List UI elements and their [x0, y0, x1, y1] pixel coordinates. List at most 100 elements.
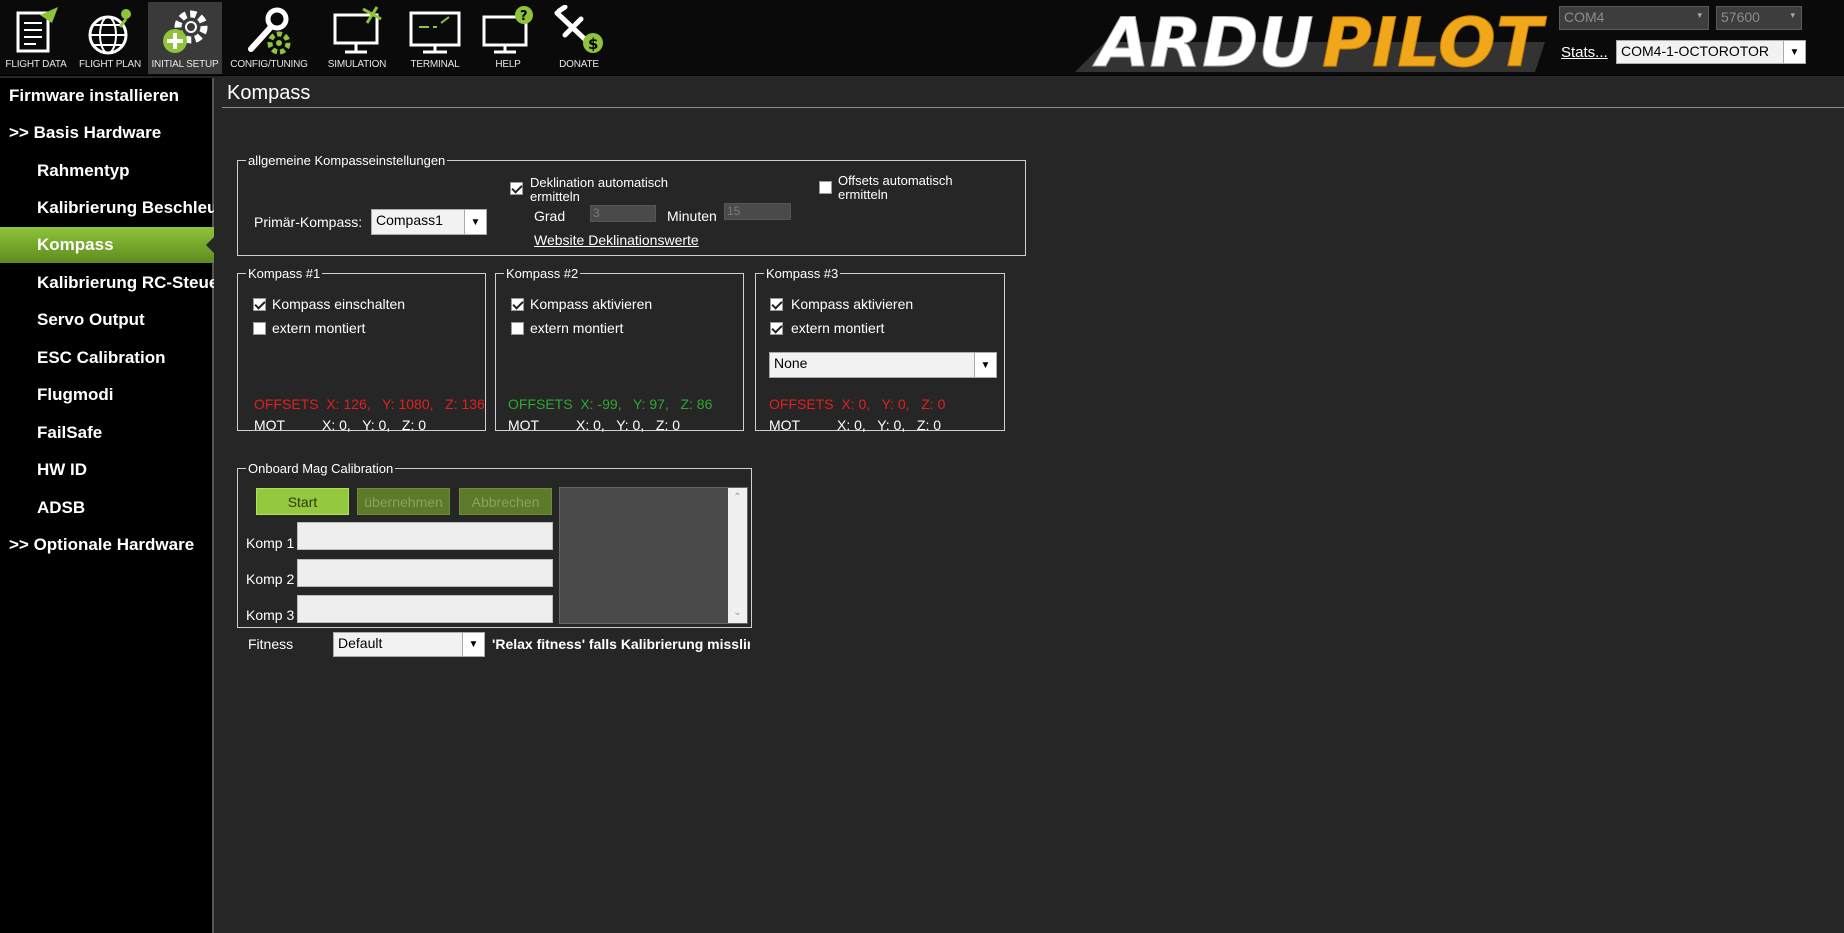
compass3-orientation-value: None: [774, 355, 808, 371]
port-select[interactable]: COM4 ▾: [1559, 6, 1709, 30]
compass3-offsets: OFFSETS X: 0, Y: 0, Z: 0: [769, 396, 946, 412]
minuten-input[interactable]: 15: [724, 203, 791, 220]
sidebar-item-failsafe[interactable]: FailSafe: [0, 415, 214, 451]
chevron-down-icon: ▼: [462, 633, 484, 656]
compass3-enable-checkbox[interactable]: [770, 298, 783, 311]
auto-declination-label: Deklination automatisch ermitteln: [530, 175, 669, 204]
auto-offsets-label: Offsets automatisch ermitteln: [838, 173, 953, 202]
stats-link[interactable]: Stats...: [1561, 44, 1608, 61]
flight-data-icon: [16, 7, 58, 53]
cancel-calibration-button[interactable]: Abbrechen: [459, 488, 552, 515]
scroll-up-icon[interactable]: ⌃: [728, 490, 747, 506]
auto-declination-checkbox[interactable]: [510, 182, 523, 195]
help-icon: ?: [482, 6, 533, 54]
website-declination-link[interactable]: Website Deklinationswerte: [534, 232, 699, 248]
sidebar-item-kompass[interactable]: Kompass: [0, 227, 214, 263]
compass2-external-label: extern montiert: [530, 320, 624, 336]
compass2-external-checkbox[interactable]: [511, 322, 524, 335]
komp3-progress: [297, 595, 553, 623]
connection-value: COM4-1-OCTOROTOR: [1621, 43, 1770, 59]
compass-page: Kompass allgemeine Kompasseinstellungen …: [216, 78, 1844, 933]
sidebar-item-esc-calibration[interactable]: ESC Calibration: [0, 340, 214, 376]
compass2-legend: Kompass #2: [506, 266, 579, 281]
initial-setup-button[interactable]: INITIAL SETUP: [148, 2, 222, 74]
terminal-label: TERMINAL: [410, 59, 460, 70]
sidebar-item-flugmodi[interactable]: Flugmodi: [0, 377, 214, 413]
primary-compass-value: Compass1: [376, 212, 443, 228]
donate-icon: $: [554, 5, 603, 53]
compass3-orientation-select[interactable]: None ▼: [769, 352, 997, 378]
compass3-enable-label: Kompass aktivieren: [791, 296, 914, 312]
logo-text-ardu: ARDU: [1092, 4, 1314, 74]
sidebar-item-basis-hardware[interactable]: >> Basis Hardware: [0, 115, 214, 151]
sidebar-item-firmware[interactable]: Firmware installieren: [0, 78, 214, 114]
logo-text-pilot: PILOT: [1322, 4, 1547, 74]
terminal-button[interactable]: TERMINAL: [400, 2, 470, 74]
donate-button[interactable]: $ DONATE: [546, 2, 612, 74]
compass2-enable-label: Kompass aktivieren: [530, 296, 653, 312]
komp1-label: Komp 1: [246, 535, 295, 551]
help-button[interactable]: ? HELP: [474, 2, 542, 74]
sidebar-item-adsb[interactable]: ADSB: [0, 490, 214, 526]
compass3-mot-values: X: 0, Y: 0, Z: 0: [837, 417, 942, 433]
compass1-external-label: extern montiert: [272, 320, 366, 336]
flight-data-label: FLIGHT DATA: [5, 59, 67, 70]
baud-select[interactable]: 57600 ▾: [1716, 6, 1802, 30]
flight-data-button[interactable]: FLIGHT DATA: [0, 2, 72, 74]
sidebar-item-optionale-hardware[interactable]: >> Optionale Hardware: [0, 527, 214, 563]
primary-compass-label: Primär-Kompass:: [254, 214, 363, 230]
simulation-label: SIMULATION: [327, 59, 387, 70]
flight-plan-label: FLIGHT PLAN: [78, 59, 142, 70]
compass2-offsets: OFFSETS X: -99, Y: 97, Z: 86: [508, 396, 713, 412]
sidebar-item-hw-id[interactable]: HW ID: [0, 452, 214, 488]
sidebar-item-accel-calibration[interactable]: Kalibrierung Beschleunigungsmesser: [0, 190, 214, 226]
main-toolbar: FLIGHT DATA FLIGHT PLAN INITIAL SETUP CO…: [0, 0, 1844, 76]
compass1-offsets: OFFSETS X: 126, Y: 1080, Z: 1368: [254, 396, 484, 412]
scroll-down-icon[interactable]: ⌄: [728, 605, 747, 621]
compass3-external-label: extern montiert: [791, 320, 885, 336]
start-calibration-button[interactable]: Start: [256, 488, 349, 515]
komp3-label: Komp 3: [246, 607, 295, 623]
sidebar-item-rahmentyp[interactable]: Rahmentyp: [0, 153, 214, 189]
connection-select[interactable]: COM4-1-OCTOROTOR ▼: [1616, 40, 1806, 64]
compass2-enable-checkbox[interactable]: [511, 298, 524, 311]
compass1-legend: Kompass #1: [248, 266, 321, 281]
compass3-legend: Kompass #3: [766, 266, 839, 281]
fitness-select[interactable]: Default ▼: [333, 632, 485, 657]
auto-offsets-checkbox[interactable]: [819, 181, 832, 194]
simulation-button[interactable]: SIMULATION: [318, 2, 396, 74]
config-tuning-button[interactable]: CONFIG/TUNING: [226, 2, 312, 74]
initial-setup-label: INITIAL SETUP: [151, 59, 219, 70]
primary-compass-select[interactable]: Compass1 ▼: [371, 209, 487, 235]
compass1-enable-checkbox[interactable]: [253, 298, 266, 311]
ardupilot-logo: ARDU PILOT: [1075, 4, 1547, 74]
calibration-log[interactable]: ⌃ ⌄: [559, 487, 748, 624]
config-tuning-label: CONFIG/TUNING: [230, 59, 308, 70]
log-scrollbar[interactable]: ⌃ ⌄: [728, 488, 747, 623]
simulation-icon: [333, 6, 382, 54]
sidebar-item-servo-output[interactable]: Servo Output: [0, 302, 214, 338]
flight-plan-button[interactable]: FLIGHT PLAN: [74, 2, 146, 74]
compass1-external-checkbox[interactable]: [253, 322, 266, 335]
komp2-progress: [297, 559, 553, 587]
chevron-down-icon: ▼: [1783, 41, 1805, 63]
accept-calibration-button[interactable]: übernehmen: [357, 488, 450, 515]
compass3-mot-label: MOT: [769, 417, 801, 433]
svg-text:?: ?: [520, 9, 528, 24]
help-label: HELP: [495, 59, 521, 70]
active-notch: [206, 235, 214, 255]
komp2-label: Komp 2: [246, 571, 295, 587]
terminal-icon: [409, 11, 461, 54]
minuten-label: Minuten: [667, 208, 717, 224]
chevron-down-icon: ▾: [1697, 10, 1702, 20]
port-value: COM4: [1564, 9, 1605, 25]
fitness-value: Default: [338, 635, 383, 651]
page-title: Kompass: [227, 82, 311, 104]
flight-plan-icon: [88, 9, 131, 55]
grad-input[interactable]: 3: [590, 205, 656, 222]
compass3-external-checkbox[interactable]: [770, 322, 783, 335]
relax-fitness-note: 'Relax fitness' falls Kalibrierung missl…: [492, 636, 750, 652]
compass2-mot-label: MOT: [508, 417, 540, 433]
sidebar-item-rc-calibration[interactable]: Kalibrierung RC-Steuerung: [0, 265, 214, 301]
initial-setup-icon: [163, 10, 208, 53]
